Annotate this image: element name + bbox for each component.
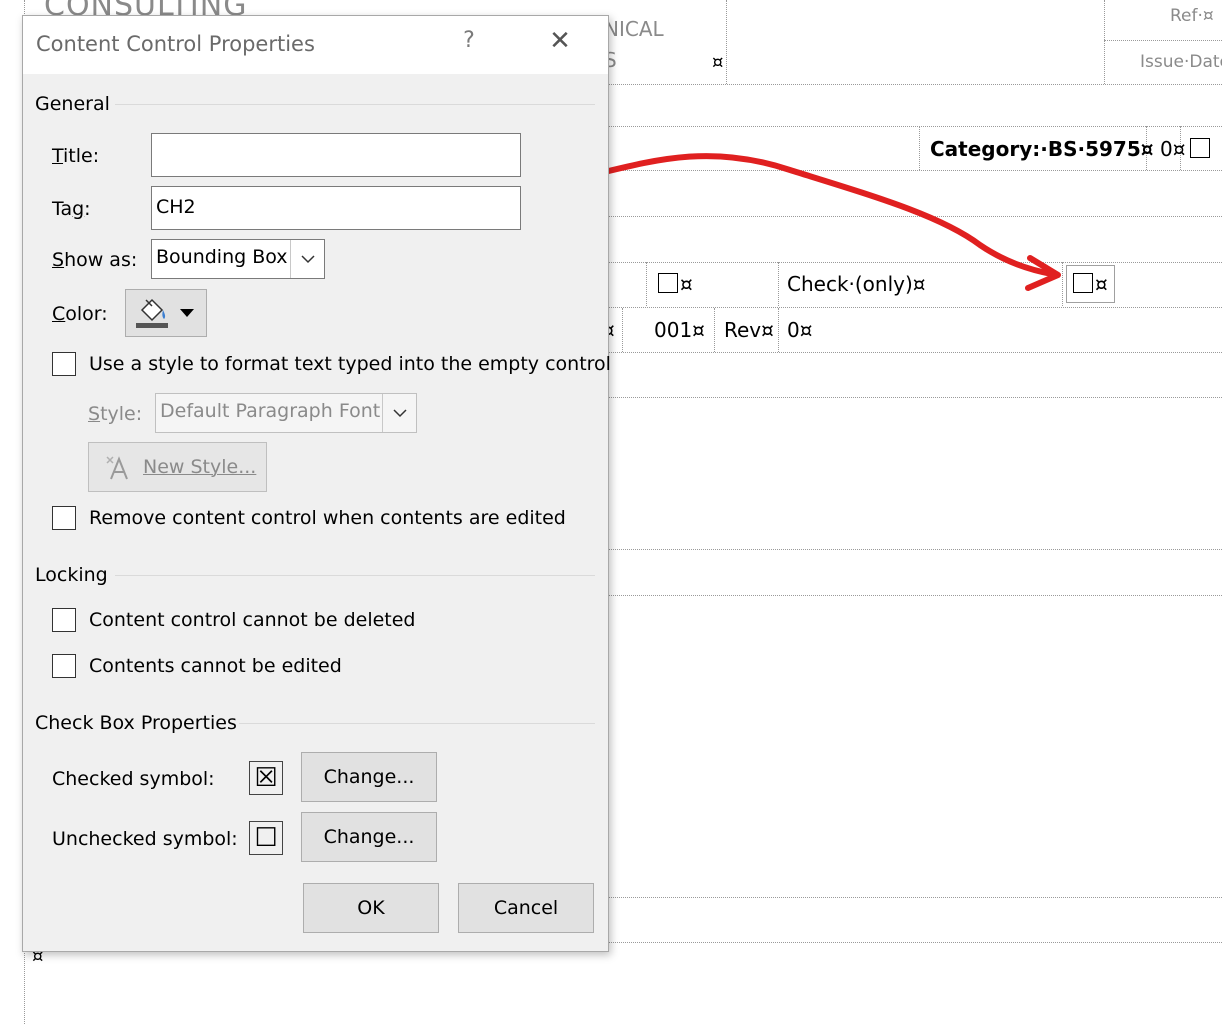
style-label: Style: (88, 403, 143, 425)
unchecked-box-icon: ☐ (254, 823, 278, 853)
remove-control-checkbox[interactable] (52, 506, 76, 530)
unchecked-symbol-label: Unchecked symbol: (52, 828, 238, 850)
show-as-value: Bounding Box (156, 246, 288, 268)
style-dropdown[interactable]: Default Paragraph Font (155, 393, 417, 433)
checked-symbol-label: Checked symbol: (52, 768, 215, 790)
new-style-label: New Style... (143, 456, 257, 478)
tag-input[interactable]: CH2 (151, 186, 521, 230)
show-as-dropdown[interactable]: Bounding Box (151, 239, 325, 279)
cannot-edit-label: Contents cannot be edited (89, 655, 342, 677)
title-field-label: Title: (52, 145, 100, 167)
cannot-edit-checkbox[interactable] (52, 654, 76, 678)
chevron-down-icon (392, 408, 407, 417)
use-style-label: Use a style to format text typed into th… (89, 353, 611, 375)
change-checked-symbol-button[interactable]: Change... (301, 752, 437, 802)
show-as-label: Show as: (52, 249, 138, 271)
paint-bucket-icon (136, 298, 168, 328)
unchecked-symbol-preview: ☐ (249, 821, 283, 855)
change-button-label: Change... (323, 826, 415, 848)
help-button[interactable]: ? (459, 28, 479, 53)
chevron-down-icon (382, 394, 416, 432)
ok-button-label: OK (357, 897, 385, 919)
title-input[interactable] (151, 133, 521, 177)
cannot-delete-label: Content control cannot be deleted (89, 609, 416, 631)
style-value: Default Paragraph Font (160, 400, 381, 422)
arrow-shaft (555, 153, 1055, 277)
cancel-button[interactable]: Cancel (458, 883, 594, 933)
remove-control-label: Remove content control when contents are… (89, 507, 566, 529)
use-style-checkbox[interactable] (52, 352, 76, 376)
chevron-down-icon (300, 254, 315, 263)
cannot-delete-checkbox[interactable] (52, 608, 76, 632)
ok-button[interactable]: OK (303, 883, 439, 933)
change-unchecked-symbol-button[interactable]: Change... (301, 812, 437, 862)
checked-symbol-preview: ☒ (249, 761, 283, 795)
cancel-button-label: Cancel (493, 897, 559, 919)
content-control-properties-dialog: Content Control Properties ? ✕ General T… (22, 15, 611, 952)
tag-field-label: Tag: (52, 198, 91, 220)
color-picker-button[interactable] (125, 289, 207, 337)
close-button[interactable]: ✕ (545, 26, 575, 56)
change-button-label: Change... (323, 766, 415, 788)
checked-box-icon: ☒ (254, 763, 278, 793)
dialog-titlebar[interactable]: Content Control Properties ? ✕ (23, 16, 608, 74)
checkbox-properties-heading: Check Box Properties (35, 712, 237, 734)
general-group-heading: General (35, 93, 110, 115)
chevron-down-icon (290, 240, 324, 278)
dialog-title: Content Control Properties (36, 32, 315, 56)
group-divider (115, 575, 595, 576)
locking-group-heading: Locking (35, 564, 108, 586)
new-style-icon (106, 456, 128, 480)
new-style-button[interactable]: New Style... (88, 442, 267, 492)
group-divider (115, 104, 595, 105)
color-label: Color: (52, 303, 108, 325)
group-divider (239, 723, 595, 724)
caret-down-icon (180, 309, 194, 317)
